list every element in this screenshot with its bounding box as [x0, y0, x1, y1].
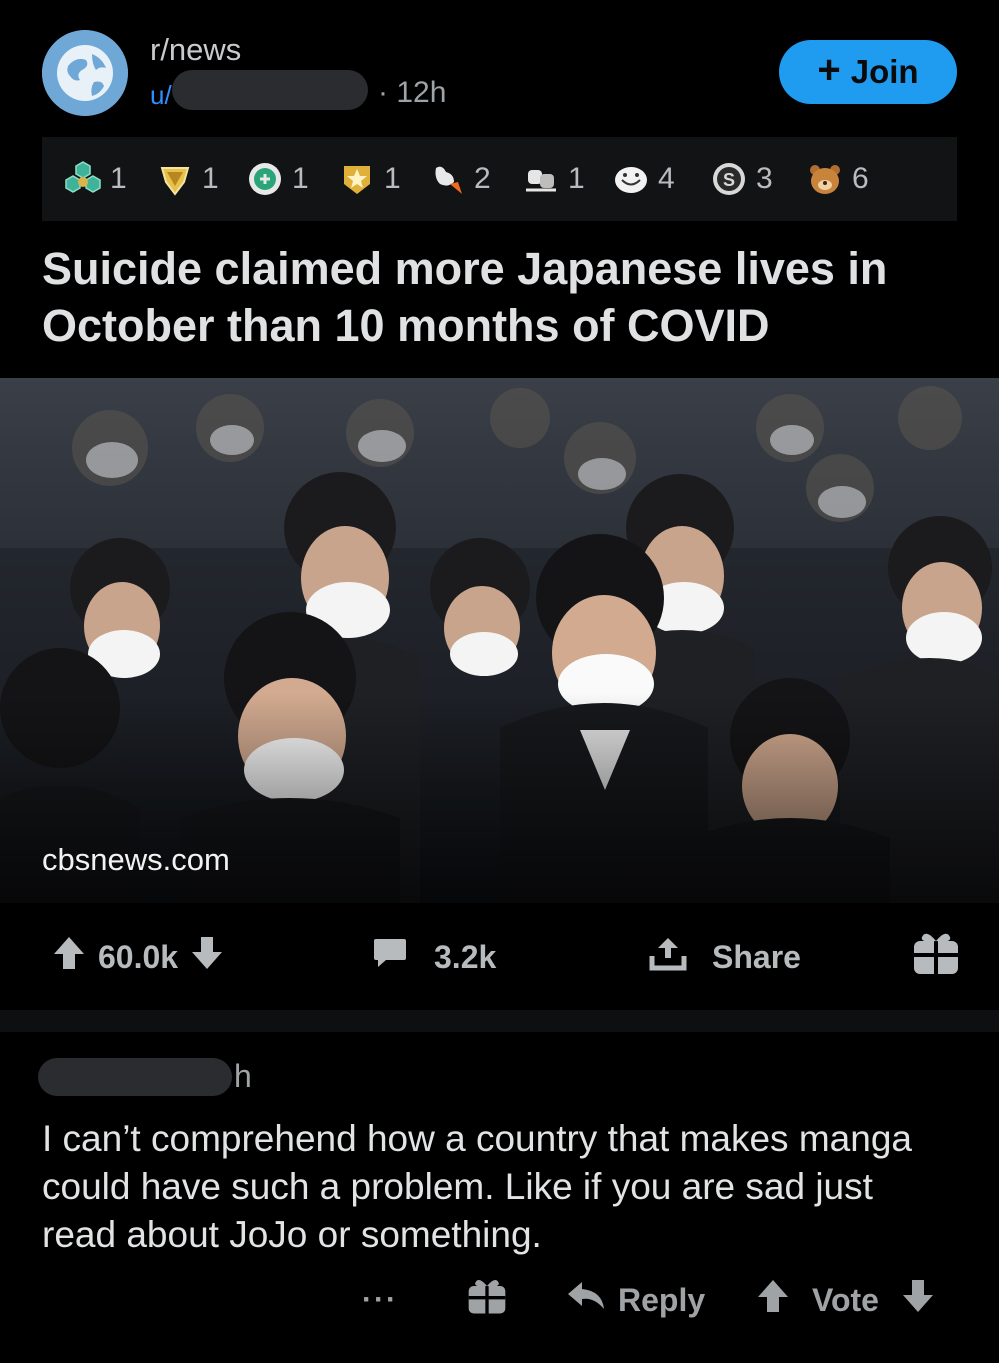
post-link-image[interactable]: [0, 378, 999, 903]
award-item[interactable]: 1: [338, 159, 401, 199]
award-count: 6: [852, 162, 869, 195]
award-item[interactable]: 1: [64, 159, 127, 199]
award-count: 1: [292, 162, 309, 195]
comment-award-button[interactable]: [466, 1278, 508, 1322]
award-count: 1: [110, 162, 127, 195]
award-item[interactable]: 6: [806, 159, 869, 199]
subreddit-name[interactable]: r/news: [150, 32, 241, 68]
award-item[interactable]: 2: [428, 159, 491, 199]
comment-more-button[interactable]: ···: [362, 1278, 398, 1322]
comment-bubble-icon: [372, 936, 408, 978]
crowd-photo: [0, 378, 999, 903]
share-icon: [648, 934, 688, 980]
share-label: Share: [712, 938, 801, 975]
post-title[interactable]: Suicide claimed more Japanese lives in O…: [42, 240, 957, 354]
share-button[interactable]: Share: [648, 934, 801, 980]
rocket-like-award-icon: [428, 160, 466, 198]
awards-bar[interactable]: 1 1 1 1 2 1 4 S 3 6: [42, 137, 957, 221]
link-domain[interactable]: cbsnews.com: [42, 842, 230, 878]
redacted-username: [172, 70, 368, 110]
comment-vote-group: Vote: [756, 1278, 935, 1322]
comment-age: h: [234, 1058, 252, 1094]
bear-award-icon: [806, 160, 844, 198]
award-item[interactable]: 1: [522, 159, 585, 199]
gold-gem-award-icon: [156, 160, 194, 198]
downvote-icon[interactable]: [901, 1278, 935, 1322]
award-count: 1: [202, 162, 219, 195]
vote-count: 60.0k: [98, 938, 179, 975]
award-item[interactable]: 1: [156, 159, 219, 199]
post-vote-group: 60.0k: [52, 934, 224, 980]
post-author-prefix[interactable]: u/: [150, 80, 172, 111]
join-button[interactable]: + Join: [779, 40, 957, 104]
award-item[interactable]: 4: [612, 159, 675, 199]
gift-icon: [466, 1276, 508, 1324]
svg-text:S: S: [723, 170, 735, 190]
award-count: 4: [658, 162, 675, 195]
reply-button[interactable]: Reply: [566, 1278, 705, 1322]
award-count: 1: [384, 162, 401, 195]
award-item[interactable]: 1: [246, 159, 309, 199]
gift-icon: [911, 929, 961, 985]
award-count: 3: [756, 162, 773, 195]
green-medal-award-icon: [246, 160, 284, 198]
reply-label: Reply: [618, 1281, 706, 1318]
more-options-icon: ···: [362, 1283, 398, 1316]
section-separator: [0, 1010, 999, 1032]
downvote-icon[interactable]: [190, 935, 224, 979]
award-count: 1: [568, 162, 585, 195]
comment-body: I can’t comprehend how a country that ma…: [42, 1118, 912, 1255]
fist-bump-award-icon: [522, 160, 560, 198]
star-award-icon: [338, 160, 376, 198]
hexagon-gem-award-icon: [64, 160, 102, 198]
comment-count: 3.2k: [434, 938, 497, 975]
vote-label: Vote: [812, 1281, 879, 1318]
upvote-icon[interactable]: [52, 935, 86, 979]
upvote-icon[interactable]: [756, 1278, 790, 1322]
redacted-commenter-name: [38, 1058, 232, 1096]
award-count: 2: [474, 162, 491, 195]
subreddit-globe-icon[interactable]: [42, 30, 128, 116]
comments-button[interactable]: 3.2k: [372, 934, 496, 980]
silver-coin-award-icon: S: [710, 160, 748, 198]
join-label: Join: [850, 53, 919, 90]
award-item[interactable]: S 3: [710, 159, 773, 199]
post-age: · 12h: [378, 76, 447, 109]
laughing-face-award-icon: [612, 160, 650, 198]
reply-arrow-icon: [566, 1279, 606, 1321]
plus-icon: +: [817, 48, 841, 92]
give-award-button[interactable]: [911, 933, 961, 980]
